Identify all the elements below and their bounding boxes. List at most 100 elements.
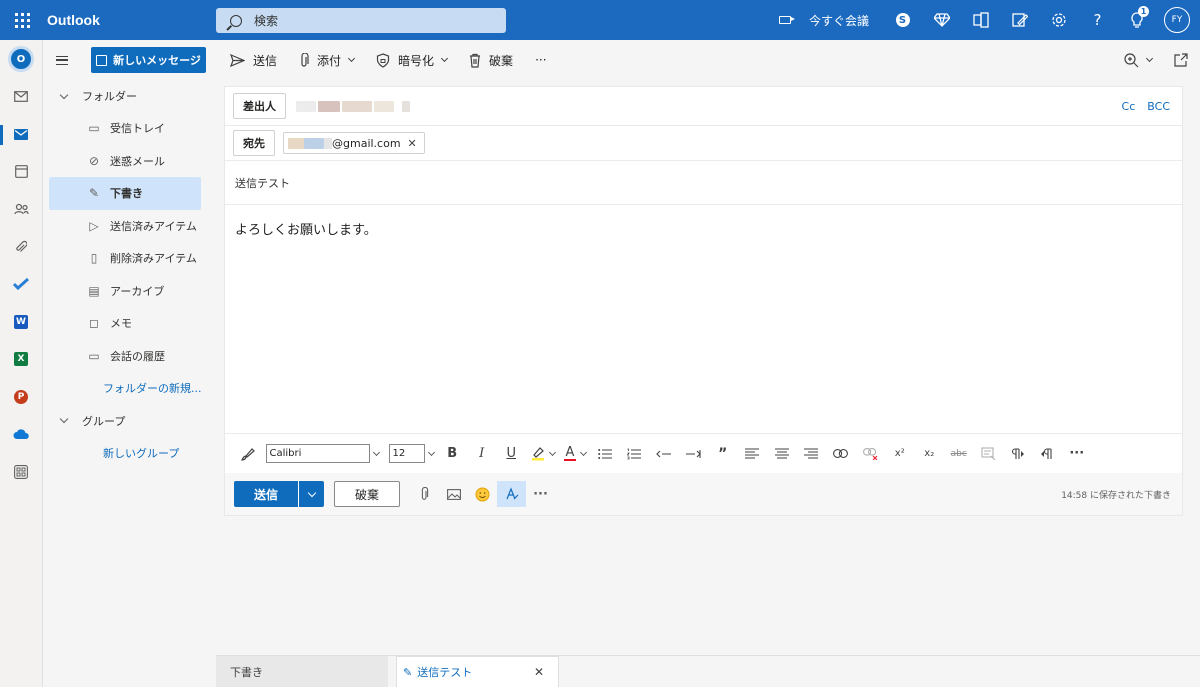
sender-address-redacted bbox=[296, 100, 410, 112]
chevron-down-icon bbox=[59, 414, 69, 424]
remove-link-button[interactable] bbox=[856, 440, 886, 468]
superscript-button[interactable]: x² bbox=[885, 440, 915, 468]
recipient-chip[interactable]: @gmail.com ✕ bbox=[283, 132, 425, 154]
font-color-button[interactable]: A bbox=[559, 440, 581, 468]
send-options-button[interactable] bbox=[298, 481, 324, 507]
rail-more-apps[interactable] bbox=[0, 453, 42, 491]
strikethrough-button[interactable]: abc bbox=[944, 440, 974, 468]
discard-button[interactable]: 破棄 bbox=[334, 481, 400, 507]
chevron-down-icon[interactable] bbox=[372, 448, 380, 456]
new-message-button[interactable]: 新しいメッセージ bbox=[91, 47, 206, 73]
zoom-button[interactable] bbox=[1124, 52, 1154, 68]
subject-field[interactable]: 送信テスト bbox=[225, 161, 1182, 205]
font-size-select[interactable]: 12 bbox=[388, 444, 425, 463]
meet-now-button[interactable]: 今すぐ会議 bbox=[778, 12, 869, 29]
bcc-link[interactable]: BCC bbox=[1147, 100, 1170, 113]
rail-people[interactable] bbox=[0, 191, 42, 229]
avatar[interactable]: FY bbox=[1164, 7, 1190, 33]
search-box[interactable]: 検索 bbox=[216, 8, 506, 33]
rail-mail-alt[interactable] bbox=[0, 78, 42, 116]
tab-drafts[interactable]: 下書き bbox=[216, 656, 388, 687]
bold-button[interactable]: B bbox=[438, 440, 468, 468]
tab-draft-item[interactable]: ✎ 送信テスト ✕ bbox=[396, 656, 559, 687]
rail-todo[interactable] bbox=[0, 266, 42, 304]
more-actions-button[interactable]: ··· bbox=[526, 481, 555, 507]
folder-item-drafts[interactable]: ✎ 下書き bbox=[49, 177, 201, 210]
from-button[interactable]: 差出人 bbox=[233, 93, 286, 119]
new-group-link[interactable]: 新しいグループ bbox=[43, 437, 216, 470]
rail-excel[interactable]: X bbox=[0, 341, 42, 379]
app-brand[interactable]: Outlook bbox=[44, 12, 216, 28]
folder-item-conversation-history[interactable]: ▭ 会話の履歴 bbox=[49, 340, 201, 373]
folder-item-junk[interactable]: ⊘ 迷惑メール bbox=[49, 145, 201, 178]
subscript-button[interactable]: x₂ bbox=[915, 440, 945, 468]
ltr-button[interactable] bbox=[1003, 440, 1033, 468]
decrease-indent-button[interactable] bbox=[649, 440, 679, 468]
to-button[interactable]: 宛先 bbox=[233, 130, 275, 156]
toolbar-encrypt-button[interactable]: 暗号化 bbox=[376, 52, 449, 69]
align-right-button[interactable] bbox=[797, 440, 827, 468]
highlight-button[interactable] bbox=[526, 440, 550, 468]
toolbar-send-button[interactable]: 送信 bbox=[230, 52, 277, 69]
rail-powerpoint[interactable]: P bbox=[0, 378, 42, 416]
settings-button[interactable] bbox=[1039, 0, 1078, 40]
folder-item-notes[interactable]: ◻ メモ bbox=[49, 307, 201, 340]
popout-icon[interactable] bbox=[1174, 53, 1188, 67]
chevron-down-icon[interactable] bbox=[579, 448, 588, 456]
folder-item-inbox[interactable]: ▭ 受信トレイ bbox=[49, 112, 201, 145]
clear-format-button[interactable] bbox=[974, 440, 1004, 468]
format-painter-button[interactable] bbox=[233, 440, 263, 468]
chevron-down-icon[interactable] bbox=[548, 448, 557, 456]
groups-header[interactable]: グループ bbox=[43, 405, 216, 437]
folder-group-header[interactable]: フォルダー bbox=[43, 80, 216, 112]
toolbar-discard-button[interactable]: 破棄 bbox=[469, 52, 513, 69]
compose-actions: 送信 破棄 ··· 14:58 に保存された下書き bbox=[225, 473, 1182, 515]
rail-files[interactable] bbox=[0, 228, 42, 266]
quote-button[interactable]: ” bbox=[708, 440, 738, 468]
help-button[interactable]: ? bbox=[1078, 0, 1117, 40]
emoji-button[interactable] bbox=[468, 481, 497, 507]
increase-indent-button[interactable] bbox=[679, 440, 709, 468]
rtl-button[interactable] bbox=[1033, 440, 1063, 468]
new-folder-link[interactable]: フォルダーの新規... bbox=[43, 372, 216, 405]
cc-link[interactable]: Cc bbox=[1122, 100, 1136, 113]
feedback-button[interactable] bbox=[1000, 0, 1039, 40]
rail-calendar[interactable] bbox=[0, 153, 42, 191]
tips-button[interactable]: 1 bbox=[1117, 0, 1156, 40]
rail-mail[interactable] bbox=[0, 116, 42, 154]
numbered-list-icon bbox=[627, 448, 642, 459]
toolbar-attach-button[interactable]: 添付 bbox=[299, 52, 356, 69]
rail-onedrive[interactable] bbox=[0, 416, 42, 454]
editor-button[interactable] bbox=[497, 481, 526, 507]
italic-button[interactable]: I bbox=[467, 440, 497, 468]
shield-lock-icon bbox=[376, 52, 390, 68]
folder-item-label: 迷惑メール bbox=[110, 154, 165, 168]
insert-link-button[interactable] bbox=[826, 440, 856, 468]
premium-button[interactable] bbox=[922, 0, 961, 40]
more-format-button[interactable]: ··· bbox=[1062, 440, 1092, 468]
font-family-select[interactable]: Calibri bbox=[265, 444, 370, 463]
toolbar-more-button[interactable]: ··· bbox=[535, 53, 546, 67]
message-body[interactable]: よろしくお願いします。 bbox=[225, 205, 1182, 238]
align-center-button[interactable] bbox=[767, 440, 797, 468]
insert-image-button[interactable] bbox=[439, 481, 468, 507]
bullets-button[interactable] bbox=[590, 440, 620, 468]
office-button[interactable] bbox=[961, 0, 1000, 40]
attach-file-button[interactable] bbox=[410, 481, 439, 507]
numbering-button[interactable] bbox=[620, 440, 650, 468]
send-button[interactable]: 送信 bbox=[234, 481, 298, 507]
collapse-nav-button[interactable] bbox=[43, 55, 81, 65]
font-color-letter: A bbox=[565, 444, 575, 460]
app-launcher-button[interactable] bbox=[0, 0, 44, 40]
skype-button[interactable]: S bbox=[883, 0, 922, 40]
chevron-down-icon[interactable] bbox=[427, 448, 435, 456]
remove-recipient-icon[interactable]: ✕ bbox=[408, 137, 417, 150]
folder-item-archive[interactable]: ▤ アーカイブ bbox=[49, 275, 201, 308]
align-left-button[interactable] bbox=[738, 440, 768, 468]
folder-item-deleted[interactable]: ▯ 削除済みアイテム bbox=[49, 242, 201, 275]
rail-word[interactable]: W bbox=[0, 303, 42, 341]
folder-item-sent[interactable]: ▷ 送信済みアイテム bbox=[49, 210, 201, 243]
underline-button[interactable]: U bbox=[497, 440, 527, 468]
close-icon[interactable]: ✕ bbox=[534, 665, 544, 679]
rail-outlook-logo[interactable]: O bbox=[0, 40, 42, 78]
